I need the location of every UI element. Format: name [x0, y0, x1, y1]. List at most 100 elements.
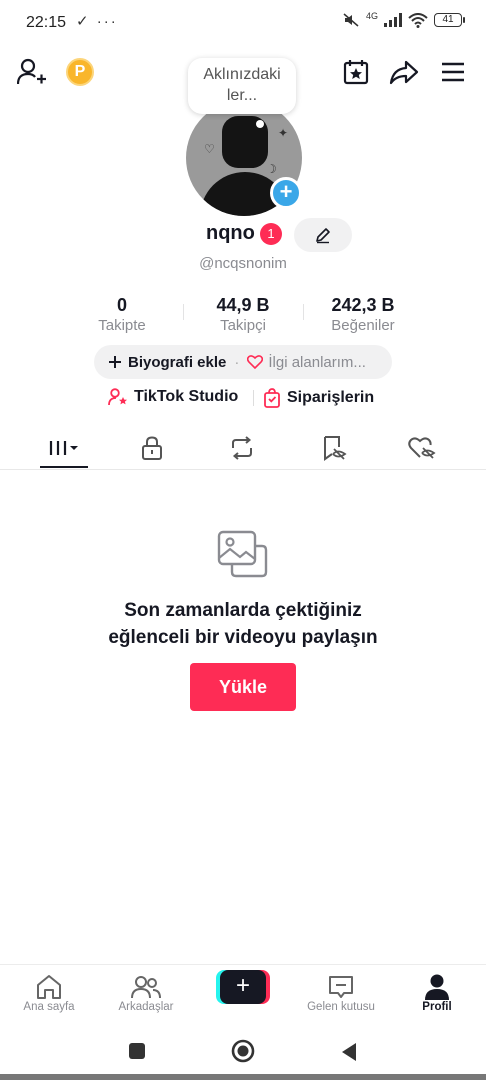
status-time: 22:15: [26, 14, 67, 31]
home-system-button[interactable]: [231, 1039, 255, 1068]
nav-inbox[interactable]: Gelen kutusu: [296, 973, 386, 1013]
tiktok-studio-link[interactable]: TikTok Studio: [108, 388, 238, 406]
stat-following[interactable]: 0 Takipte: [67, 294, 177, 336]
home-icon: [37, 975, 61, 999]
add-avatar-button[interactable]: +: [270, 177, 302, 209]
add-bio-button[interactable]: Biyografi ekle: [108, 354, 226, 371]
nav-friends-label: Arkadaşlar: [118, 1001, 174, 1013]
lock-icon: [142, 436, 162, 460]
tab-liked[interactable]: [392, 428, 452, 468]
wifi-icon: [408, 12, 428, 28]
share-icon: [389, 60, 419, 85]
bio-separator: ·: [234, 353, 240, 371]
heart-icon: [247, 355, 264, 369]
create-plus-icon: +: [220, 970, 266, 1004]
hamburger-menu-icon: [442, 62, 464, 82]
empty-state-line2: eğlenceli bir videoyu paylaşın: [108, 627, 378, 648]
profile-stats: 0 Takipte 44,9 B Takipçi 242,3 B Beğenil…: [0, 294, 486, 338]
edit-profile-button[interactable]: [294, 218, 352, 252]
interests-button[interactable]: İlgi alanlarım...: [247, 354, 366, 371]
system-navigation: [0, 1030, 486, 1072]
heart-hidden-icon: [408, 437, 436, 459]
signal-icon: [384, 13, 402, 27]
bio-pill: Biyografi ekle · İlgi alanlarım...: [94, 345, 392, 379]
menu-button[interactable]: [437, 56, 469, 88]
links-divider: [253, 390, 254, 406]
stat-following-value: 0: [116, 295, 127, 315]
back-triangle-icon: [342, 1043, 356, 1061]
create-button[interactable]: +: [216, 970, 270, 1004]
stat-divider: [303, 304, 304, 320]
repost-icon: [232, 436, 252, 460]
heart-doodle-icon: ♡: [204, 142, 215, 156]
square-icon: [129, 1043, 145, 1059]
sparkle-doodle-icon: ✦: [278, 126, 289, 140]
nav-home[interactable]: Ana sayfa: [4, 973, 94, 1013]
plus-icon: [109, 356, 121, 368]
quick-links-row: TikTok Studio Siparişlerin: [0, 388, 486, 410]
nav-inbox-label: Gelen kutusu: [307, 1001, 375, 1013]
orders-link[interactable]: Siparişlerin: [263, 388, 374, 408]
circle-icon: [231, 1039, 255, 1063]
notification-badge[interactable]: 1: [260, 223, 282, 245]
nav-friends[interactable]: Arkadaşlar: [101, 973, 191, 1013]
nav-profile-label: Profil: [422, 1001, 452, 1013]
network-type-text: 4G: [365, 11, 378, 21]
pencil-icon: [316, 228, 330, 244]
inbox-icon: [329, 976, 353, 998]
empty-state-line1: Son zamanlarda çektiğiniz: [124, 600, 362, 621]
add-user-icon: [17, 58, 46, 85]
calendar-star-icon: [343, 60, 369, 85]
nav-home-label: Ana sayfa: [23, 1001, 75, 1013]
stat-likes-label: Beğeniler: [331, 317, 395, 334]
stat-likes-value: 242,3 B: [331, 295, 395, 315]
profile-content-tabs: [0, 428, 486, 470]
add-friend-button[interactable]: [16, 56, 48, 88]
share-profile-button[interactable]: [388, 56, 420, 88]
user-handle: @ncqsnonim: [199, 255, 287, 272]
bookmark-hidden-icon: [324, 436, 347, 461]
status-notification-icons: ✓ ···: [76, 13, 118, 30]
empty-state-message: Son zamanlarda çektiğiniz eğlenceli bir …: [0, 597, 486, 651]
moon-doodle-icon: ☽: [266, 162, 277, 176]
stat-divider: [183, 304, 184, 320]
orders-label: Siparişlerin: [287, 389, 375, 406]
battery-level: 41: [442, 14, 454, 25]
tiktok-studio-label: TikTok Studio: [134, 388, 239, 405]
upload-button[interactable]: Yükle: [190, 663, 296, 711]
note-bubble[interactable]: Aklınızdaki ler...: [188, 58, 296, 114]
note-bubble-line1: Aklınızdaki: [203, 66, 281, 83]
mute-icon: [343, 13, 359, 27]
stat-followers-value: 44,9 B: [216, 295, 270, 315]
coin-icon[interactable]: P: [66, 58, 94, 86]
status-bar: 22:15 ✓ ··· 4G 41: [0, 0, 486, 44]
active-tab-indicator: [40, 466, 88, 468]
stat-followers[interactable]: 44,9 B Takipçi: [188, 294, 298, 336]
note-bubble-line2: ler...: [226, 87, 258, 104]
stat-followers-label: Takipçi: [220, 317, 266, 334]
back-button[interactable]: [340, 1042, 358, 1067]
plus-icon: +: [279, 179, 293, 204]
nav-profile[interactable]: Profil: [392, 973, 482, 1013]
username: nqno: [206, 222, 255, 244]
shopping-bag-icon: [264, 388, 280, 408]
note-bubble-tail: [256, 120, 264, 128]
recents-button[interactable]: [128, 1042, 146, 1065]
add-bio-label: Biyografi ekle: [128, 353, 227, 371]
calendar-button[interactable]: [340, 56, 372, 88]
photos-placeholder-icon: [216, 528, 270, 582]
tab-reposts[interactable]: [212, 428, 272, 468]
name-row: nqno 1: [0, 218, 486, 252]
stat-following-label: Takipte: [98, 317, 146, 334]
stat-likes[interactable]: 242,3 B Beğeniler: [308, 294, 418, 336]
interests-label: İlgi alanlarım...: [268, 353, 366, 371]
battery-icon: 41: [434, 13, 465, 27]
friends-icon: [131, 976, 161, 999]
status-right-icons: 4G 41: [342, 11, 465, 28]
bottom-edge-bar: [0, 1074, 486, 1080]
studio-user-star-icon: [108, 388, 127, 406]
profile-icon: [425, 974, 449, 1000]
tab-videos[interactable]: [34, 428, 94, 468]
tab-private[interactable]: [122, 428, 182, 468]
tab-favorites[interactable]: [304, 428, 364, 468]
